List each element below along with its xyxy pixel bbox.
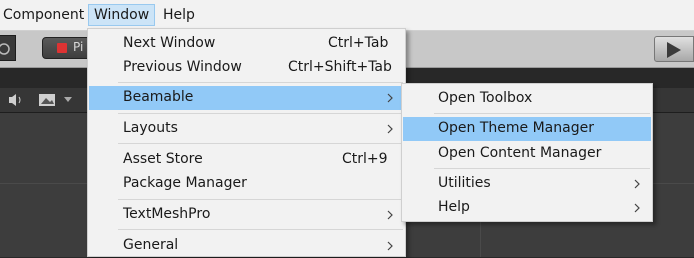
menu-component[interactable]: Component [0, 4, 89, 26]
chevron-right-icon [634, 203, 640, 213]
chevron-right-icon [387, 241, 393, 251]
menu-item-open-content-manager[interactable]: Open Content Manager [403, 142, 651, 166]
menu-item-label: General [123, 237, 179, 253]
menu-item-general[interactable]: General [89, 234, 404, 258]
menu-separator [118, 199, 403, 200]
window-menu: Next Window Ctrl+Tab Previous Window Ctr… [87, 28, 406, 257]
menu-item-label: Open Toolbox [438, 90, 533, 106]
menu-item-previous-window[interactable]: Previous Window Ctrl+Shift+Tab [89, 56, 404, 80]
menu-item-label: TextMeshPro [123, 206, 211, 222]
pivot-icon [57, 43, 67, 53]
menu-item-textmeshpro[interactable]: TextMeshPro [89, 203, 404, 227]
menu-item-label: Beamable [123, 89, 194, 105]
menu-item-label: Help [438, 199, 470, 215]
image-effects-icon[interactable] [38, 92, 58, 108]
menu-item-label: Open Content Manager [438, 145, 602, 161]
menu-item-shortcut: Ctrl+Tab [328, 35, 389, 51]
menu-item-label: Utilities [438, 175, 491, 191]
menu-separator [118, 113, 403, 114]
menu-separator [434, 113, 650, 114]
menu-item-open-theme-manager[interactable]: Open Theme Manager [403, 117, 651, 141]
chevron-right-icon [387, 124, 393, 134]
menu-item-layouts[interactable]: Layouts [89, 117, 404, 141]
menu-item-label: Layouts [123, 120, 178, 136]
menu-separator [118, 82, 403, 83]
menu-item-shortcut: Ctrl+9 [342, 151, 388, 167]
menu-item-label: Previous Window [123, 59, 242, 75]
menu-item-utilities[interactable]: Utilities [403, 172, 651, 196]
settings-icon[interactable] [0, 35, 16, 61]
menu-item-next-window[interactable]: Next Window Ctrl+Tab [89, 32, 404, 56]
menu-item-shortcut: Ctrl+Shift+Tab [288, 59, 392, 75]
menu-window[interactable]: Window [88, 4, 155, 26]
menu-item-label: Package Manager [123, 175, 247, 191]
menu-item-package-manager[interactable]: Package Manager [89, 172, 404, 196]
pivot-button-label: Pi [73, 40, 84, 54]
menu-item-help[interactable]: Help [403, 196, 651, 220]
audio-toggle-icon[interactable] [6, 93, 26, 107]
play-button[interactable] [654, 36, 694, 62]
menu-item-label: Open Theme Manager [438, 120, 594, 136]
menu-item-label: Next Window [123, 35, 216, 51]
menu-item-label: Asset Store [123, 151, 203, 167]
chevron-right-icon [387, 210, 393, 220]
menu-item-beamable[interactable]: Beamable [89, 86, 404, 110]
beamable-submenu: Open Toolbox Open Theme Manager Open Con… [401, 83, 653, 222]
chevron-down-icon[interactable] [64, 97, 72, 103]
chevron-right-icon [634, 179, 640, 189]
menu-item-open-toolbox[interactable]: Open Toolbox [403, 87, 651, 111]
chevron-right-icon [387, 93, 393, 103]
menu-separator [118, 143, 403, 144]
menu-help[interactable]: Help [158, 4, 200, 26]
menu-separator [118, 229, 403, 230]
menu-item-asset-store[interactable]: Asset Store Ctrl+9 [89, 148, 404, 172]
menu-bar: Component Window Help [0, 0, 694, 31]
menu-separator [434, 168, 650, 169]
play-icon [667, 42, 681, 58]
